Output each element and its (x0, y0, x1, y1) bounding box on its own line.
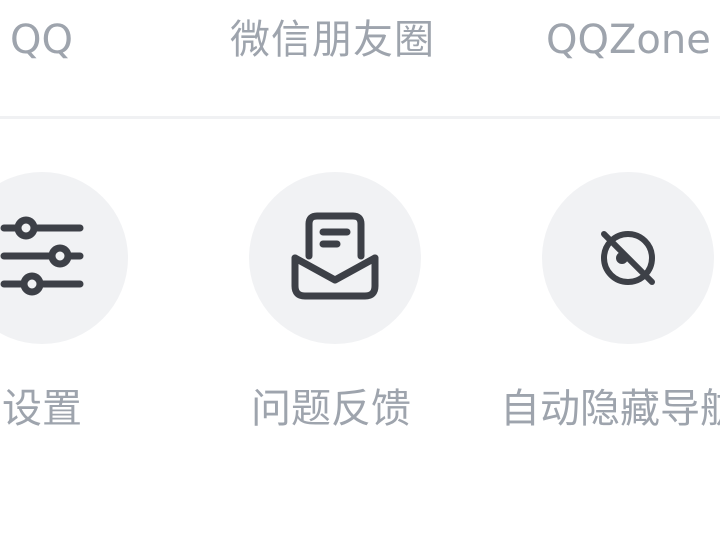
hide-eye-slash-icon (601, 231, 655, 285)
settings-sliders-icon (0, 216, 84, 296)
feedback-icon-circle[interactable] (249, 172, 421, 344)
auto-hide-nav-button[interactable]: 自动隐藏导航 (500, 172, 720, 432)
share-qq-label[interactable]: QQ (10, 12, 73, 68)
share-panel: QQ 微信朋友圈 QQZone 设置 问题反馈 自动隐藏导航 (0, 0, 720, 540)
settings-button[interactable]: 设置 (0, 172, 128, 432)
feedback-button[interactable]: 问题反馈 (249, 172, 421, 432)
section-divider (0, 116, 720, 119)
share-qzone-label[interactable]: QQZone (546, 12, 711, 68)
feedback-mail-icon (291, 212, 379, 300)
settings-icon-circle[interactable] (0, 172, 128, 344)
auto-hide-nav-icon-circle[interactable] (542, 172, 714, 344)
share-wechat-moments-label[interactable]: 微信朋友圈 (230, 12, 435, 68)
settings-label: 设置 (2, 386, 82, 432)
feedback-label: 问题反馈 (251, 386, 411, 432)
auto-hide-nav-label: 自动隐藏导航 (500, 386, 720, 432)
